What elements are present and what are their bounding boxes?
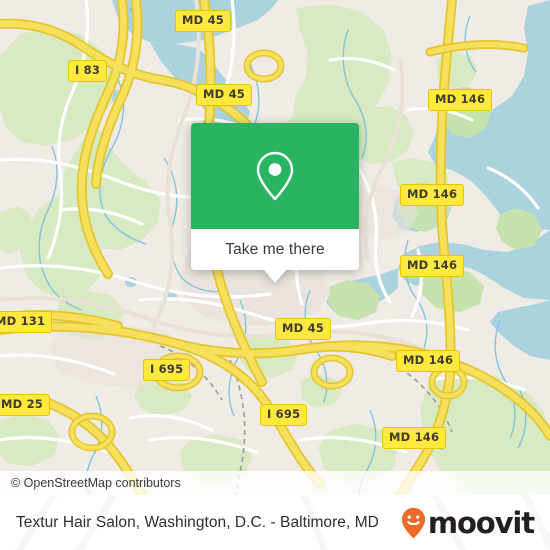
road-shield-i695-south: I 695 [260,404,308,426]
take-me-there-label: Take me there [225,240,325,258]
map-screenshot: MD 45 I 83 MD 45 MD 146 MD 146 MD 146 MD… [0,0,550,550]
road-shield-md146-n2: MD 146 [400,184,465,206]
road-shield-md25: MD 25 [0,394,50,416]
map-canvas[interactable]: MD 45 I 83 MD 45 MD 146 MD 146 MD 146 MD… [0,0,550,495]
road-shield-i695-west: I 695 [143,359,191,381]
moovit-pin-smiley-icon [401,507,425,538]
osm-attribution-text[interactable]: © OpenStreetMap contributors [0,476,181,490]
moovit-logo[interactable]: moovit [401,505,535,540]
place-popup-card[interactable]: Take me there [191,123,359,283]
road-shield-i83: I 83 [68,60,108,82]
road-shield-md45-north: MD 45 [175,10,231,32]
popup-icon-area [191,123,359,229]
moovit-wordmark: moovit [427,505,535,540]
popup-tail [264,270,286,283]
road-shield-md146-s1: MD 146 [396,350,461,372]
road-shield-md146-n1: MD 146 [428,89,493,111]
road-shield-md45-south: MD 45 [275,318,331,340]
page-title: Textur Hair Salon, Washington, D.C. - Ba… [16,513,379,531]
map-attribution-bar: © OpenStreetMap contributors [0,471,550,495]
road-shield-md146-n3: MD 146 [400,255,465,277]
road-shield-md146-s2: MD 146 [382,427,447,449]
map-pin-icon [256,151,294,201]
road-shield-md45-mid: MD 45 [196,84,252,106]
road-shield-md131: MD 131 [0,311,53,333]
footer-bar: Textur Hair Salon, Washington, D.C. - Ba… [0,495,550,550]
take-me-there-button[interactable]: Take me there [191,229,359,283]
